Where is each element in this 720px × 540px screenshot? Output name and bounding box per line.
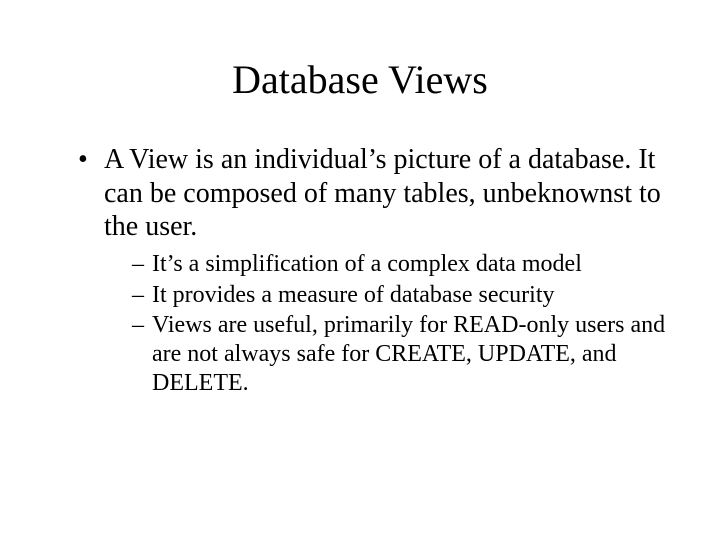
sub-bullet-item: It’s a simplification of a complex data … [132,250,670,279]
slide-title: Database Views [50,56,670,103]
sub-bullet-text: It provides a measure of database securi… [152,282,555,308]
sub-bullet-list: It’s a simplification of a complex data … [104,250,670,398]
bullet-item: A View is an individual’s picture of a d… [78,143,670,398]
sub-bullet-text: It’s a simplification of a complex data … [152,251,582,277]
sub-bullet-item: Views are useful, primarily for READ-onl… [132,311,670,397]
sub-bullet-text: Views are useful, primarily for READ-onl… [152,312,665,396]
bullet-list: A View is an individual’s picture of a d… [50,143,670,398]
bullet-text: A View is an individual’s picture of a d… [104,144,661,242]
slide: Database Views A View is an individual’s… [0,0,720,540]
sub-bullet-item: It provides a measure of database securi… [132,281,670,310]
